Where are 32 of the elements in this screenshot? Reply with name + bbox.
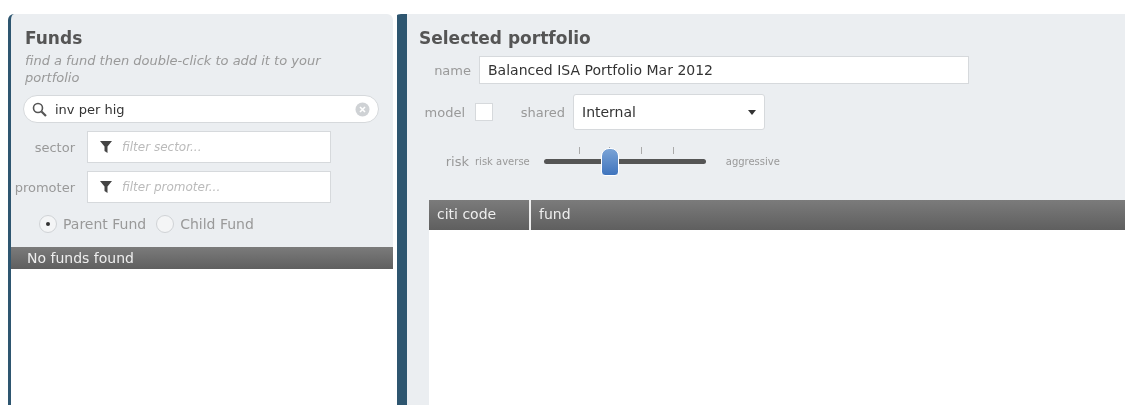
column-header: fund [538, 205, 572, 224]
shared-dropdown[interactable]: Internal [573, 94, 765, 130]
filter-field[interactable]: filter sector... [87, 131, 331, 163]
field-label: model [423, 104, 465, 120]
radio-option[interactable]: Child Fund [156, 215, 254, 233]
filter-label: sector [33, 139, 75, 155]
filter-field[interactable]: filter promoter... [87, 171, 331, 203]
filter-icon [100, 141, 112, 153]
panel-title: Selected portfolio [419, 27, 592, 48]
slider-min-label: risk averse [475, 155, 530, 167]
placeholder-text: filter sector... [122, 140, 203, 154]
name-field[interactable]: Balanced ISA Portfolio Mar 2012 [479, 56, 969, 84]
placeholder-text: filter promoter... [122, 180, 222, 194]
field-label: risk [444, 153, 469, 169]
field-label: name [433, 62, 471, 78]
slider-max-label: aggressive [725, 155, 780, 167]
search-field[interactable]: inv per hig [23, 95, 379, 123]
model-checkbox[interactable] [475, 103, 493, 121]
risk-slider[interactable] [543, 146, 706, 176]
filter-label: promoter [13, 179, 75, 195]
caret-icon [748, 109, 756, 115]
radio-button[interactable] [39, 215, 57, 233]
filter-icon [100, 181, 112, 193]
radio-button[interactable] [156, 215, 175, 233]
results-header: No funds found [11, 247, 393, 269]
hint-text: find a fund then double-click to add it to your portfolio [25, 52, 322, 86]
slider-thumb[interactable] [600, 148, 619, 176]
search-icon [32, 101, 47, 117]
radio-option[interactable]: Parent Fund [39, 215, 147, 233]
field-label: shared [519, 104, 565, 120]
panel-title: Funds [24, 27, 84, 48]
search-text: inv per hig [55, 101, 126, 117]
